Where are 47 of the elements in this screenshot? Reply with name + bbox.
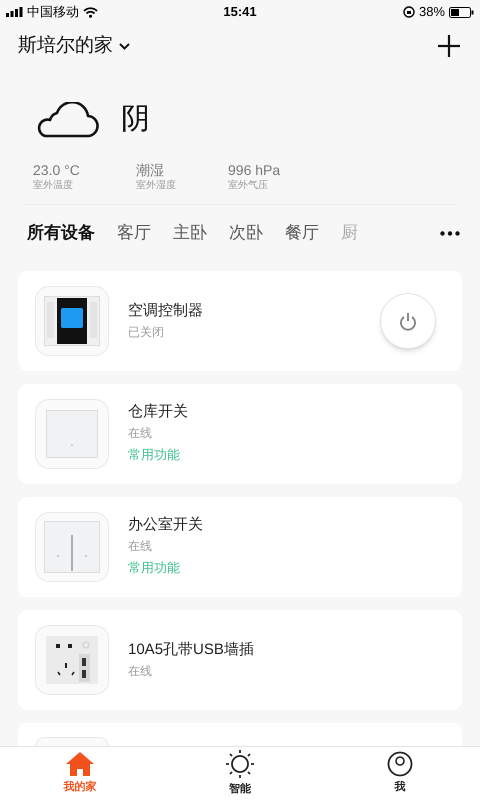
room-tab[interactable]: 餐厅	[285, 213, 319, 253]
stat-value: 996 hPa	[228, 162, 282, 179]
home-selector[interactable]: 斯培尔的家	[18, 32, 130, 60]
device-status: 在线	[128, 538, 153, 555]
device-status: 在线	[128, 663, 153, 680]
wall-socket-icon	[46, 636, 98, 684]
stat-value: 23.0 °C	[33, 162, 81, 179]
power-icon	[399, 312, 417, 330]
device-name: 办公室开关	[128, 515, 204, 535]
add-icon[interactable]	[438, 35, 460, 57]
weather-condition: 阴	[121, 102, 150, 138]
wifi-icon	[83, 6, 98, 18]
stat-label: 室外气压	[228, 179, 269, 192]
more-icon[interactable]	[440, 230, 460, 236]
room-tab[interactable]: 客厅	[117, 213, 151, 253]
room-tab[interactable]: 主卧	[173, 213, 207, 253]
clock-time: 15:41	[223, 3, 257, 22]
stat-label: 室外温度	[33, 179, 74, 192]
battery-icon	[449, 6, 474, 18]
room-tab[interactable]: 次卧	[229, 213, 263, 253]
double-switch-icon	[44, 521, 100, 573]
signal-icon	[6, 7, 23, 17]
room-tab[interactable]: 所有设备	[27, 213, 95, 253]
carrier-name: 中国移动	[27, 3, 79, 22]
device-card[interactable]: 办公室开关 在线 常用功能	[18, 497, 462, 597]
battery-percent: 38%	[418, 3, 445, 22]
wall-switch-icon	[46, 410, 98, 458]
device-name: 10A5孔带USB墙插	[128, 640, 255, 660]
device-status: 在线	[128, 425, 153, 442]
chevron-down-icon	[119, 42, 130, 50]
device-card[interactable]: 空调控制器 已关闭	[18, 271, 462, 371]
device-card[interactable]: 10A5孔带USB墙插 在线	[18, 610, 462, 710]
rotation-lock-icon	[402, 6, 415, 18]
power-button[interactable]	[380, 293, 436, 349]
nav-tab[interactable]: 我	[320, 747, 480, 800]
device-name: 空调控制器	[128, 301, 204, 321]
thermostat-panel-icon	[44, 296, 100, 346]
nav-tab[interactable]: 智能	[160, 747, 320, 800]
device-status: 已关闭	[128, 324, 165, 341]
home-icon	[65, 751, 95, 778]
device-card[interactable]: 仓库开关 在线 常用功能	[18, 384, 462, 484]
stat-value: 潮湿	[136, 162, 165, 179]
stat-label: 室外湿度	[136, 179, 177, 192]
user-icon	[387, 751, 413, 778]
device-name: 仓库开关	[128, 402, 189, 422]
nav-tab[interactable]: 我的家	[0, 747, 160, 800]
sun-icon	[225, 749, 255, 780]
